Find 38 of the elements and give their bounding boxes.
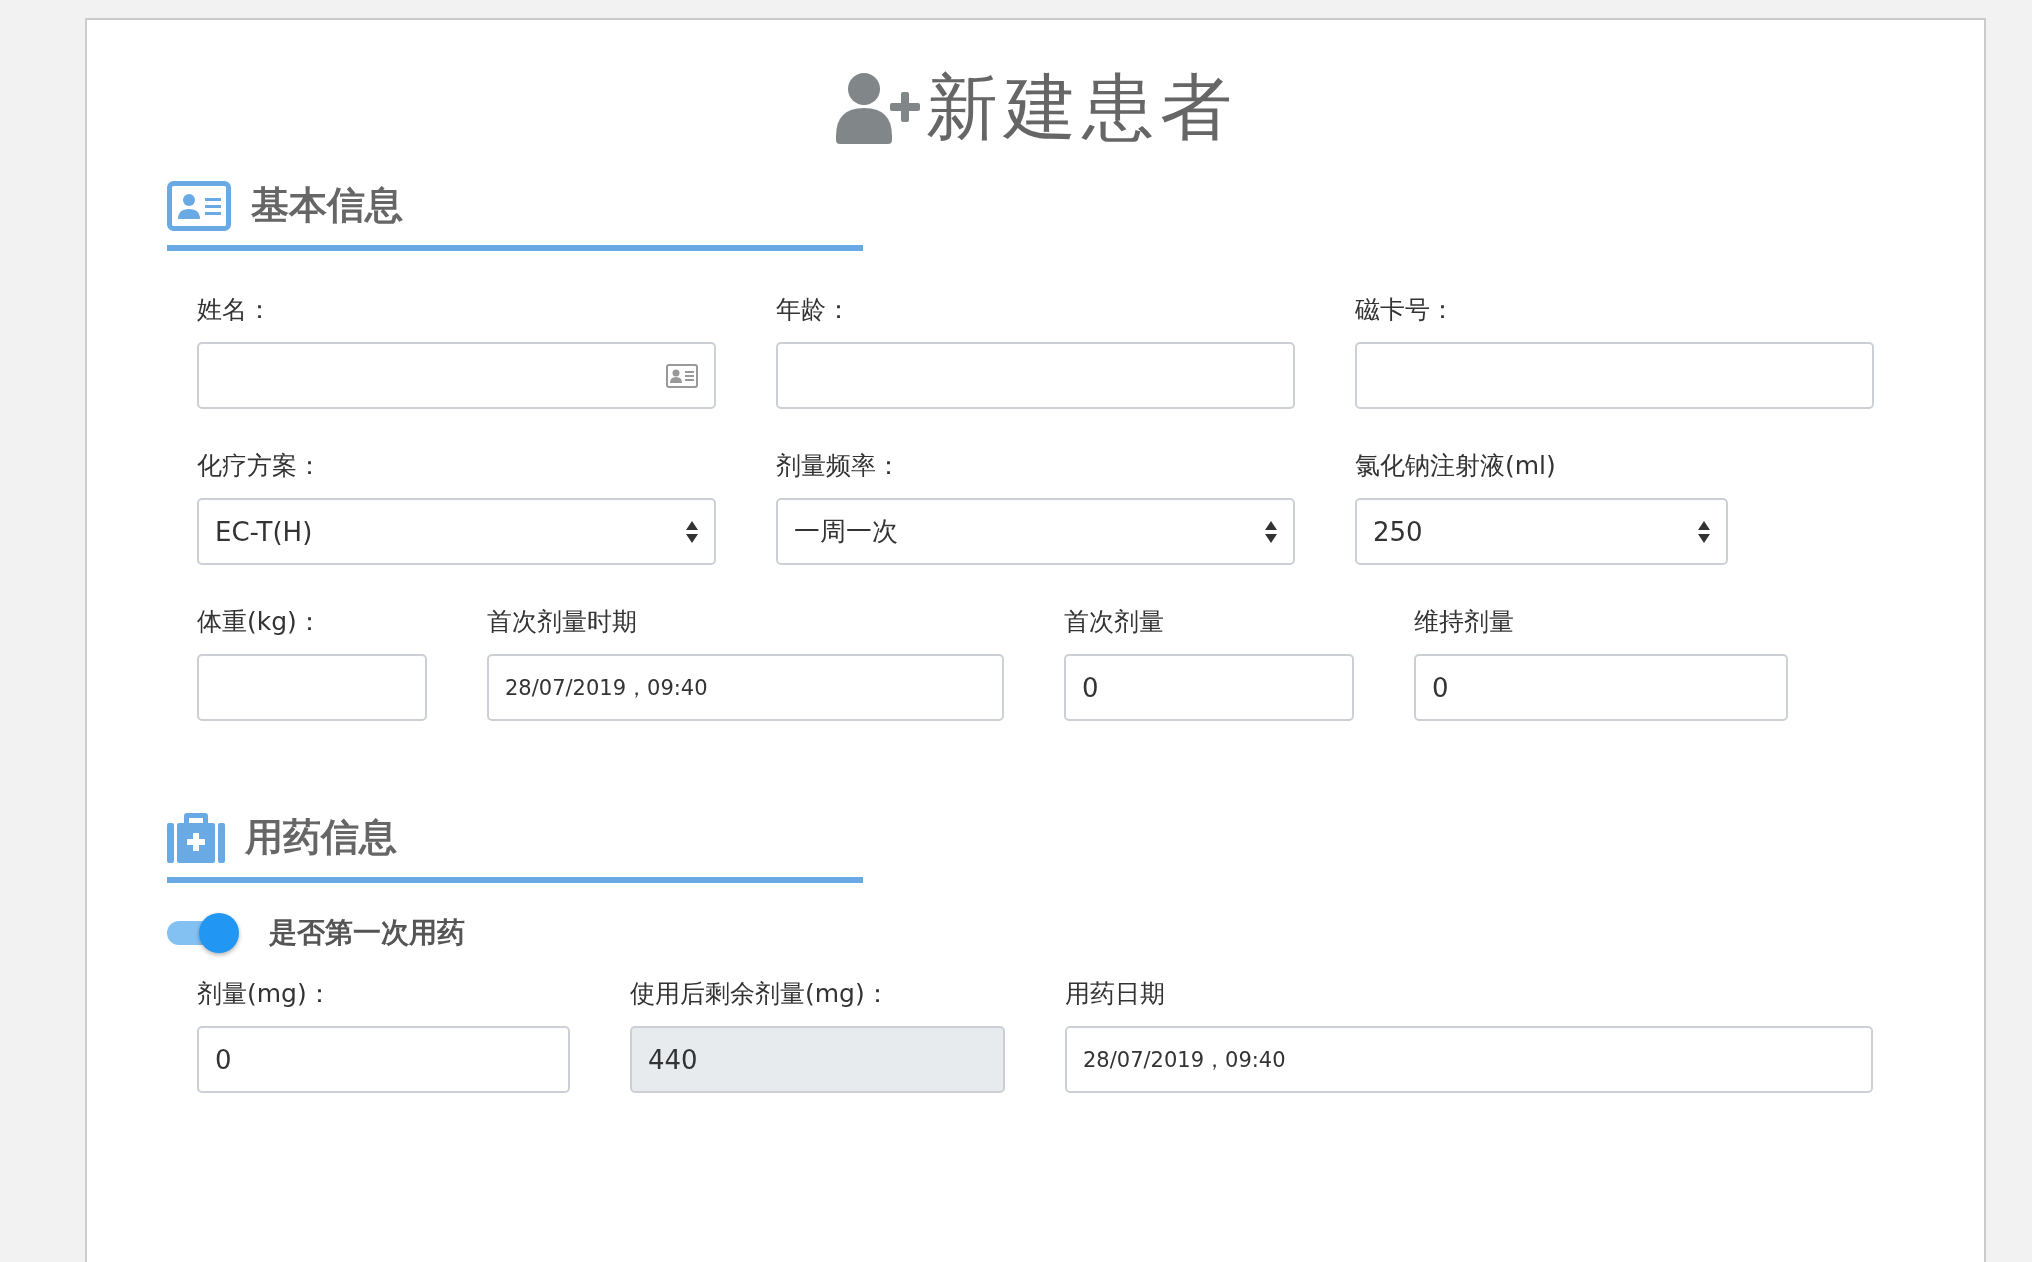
input-field[interactable]: 440	[630, 1026, 1005, 1093]
field-label: 磁卡号：	[1355, 294, 1456, 326]
input-field[interactable]: 0	[197, 1026, 570, 1093]
field-label: 年龄：	[776, 294, 852, 326]
field-label: 首次剂量时期	[487, 606, 638, 638]
field-label: 使用后剩余剂量(mg)：	[630, 978, 891, 1010]
add-user-icon	[833, 72, 922, 144]
field-label: 姓名：	[197, 294, 273, 326]
id-card-icon	[666, 363, 698, 388]
up-down-arrows-icon	[1698, 520, 1710, 543]
select-field[interactable]: EC-T(H)	[197, 498, 716, 565]
page-title: 新建患者	[925, 64, 1238, 151]
medical-kit-icon	[167, 811, 225, 863]
toggle-switch[interactable]	[167, 913, 239, 953]
field-label: 体重(kg)：	[197, 606, 323, 638]
select-field[interactable]: 一周一次	[776, 498, 1295, 565]
field-label: 首次剂量	[1064, 606, 1165, 638]
date-field[interactable]: 28/07/2019，09:40	[1065, 1026, 1873, 1093]
field-label: 氯化钠注射液(ml)	[1355, 450, 1557, 482]
toggle-label: 是否第一次用药	[269, 915, 465, 951]
field-label: 化疗方案：	[197, 450, 323, 482]
field-label: 维持剂量	[1414, 606, 1515, 638]
field-label: 剂量(mg)：	[197, 978, 333, 1010]
select-field[interactable]: 250	[1355, 498, 1728, 565]
input-field[interactable]	[197, 654, 427, 721]
input-field[interactable]: 0	[1414, 654, 1788, 721]
input-field[interactable]: 0	[1064, 654, 1354, 721]
input-field[interactable]	[776, 342, 1295, 409]
input-field[interactable]	[1355, 342, 1874, 409]
date-field[interactable]: 28/07/2019，09:40	[487, 654, 1004, 721]
field-label: 剂量频率：	[776, 450, 902, 482]
field-label: 用药日期	[1065, 978, 1166, 1010]
up-down-arrows-icon	[1265, 520, 1277, 543]
id-card-icon	[167, 180, 231, 231]
up-down-arrows-icon	[686, 520, 698, 543]
section-title: 用药信息	[245, 813, 397, 861]
section-title: 基本信息	[251, 182, 403, 229]
input-field[interactable]	[197, 342, 716, 409]
